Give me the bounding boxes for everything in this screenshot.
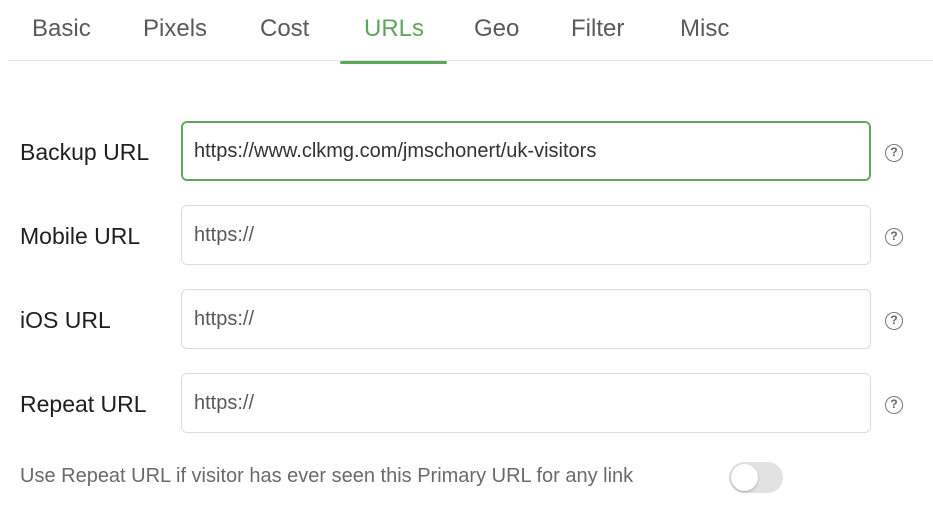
question-circle-icon[interactable]: ? [885,396,903,414]
question-circle-icon[interactable]: ? [885,228,903,246]
tab-basic[interactable]: Basic [32,0,91,60]
tab-cost[interactable]: Cost [260,0,309,60]
repeat-url-toggle[interactable] [729,462,783,493]
question-circle-icon[interactable]: ? [885,144,903,162]
tab-geo[interactable]: Geo [474,0,519,60]
toggle-knob [731,464,758,491]
mobile-url-label: Mobile URL [20,223,141,249]
backup-url-label: Backup URL [20,139,150,165]
tab-filter[interactable]: Filter [571,0,624,60]
tab-pixels[interactable]: Pixels [143,0,207,60]
question-circle-icon[interactable]: ? [885,312,903,330]
mobile-url-input[interactable] [181,205,871,265]
backup-url-input[interactable] [181,121,871,181]
active-tab-indicator [340,61,447,64]
ios-url-input[interactable] [181,289,871,349]
repeat-url-toggle-label: Use Repeat URL if visitor has ever seen … [20,465,634,487]
repeat-url-label: Repeat URL [20,391,147,417]
tab-misc[interactable]: Misc [680,0,729,60]
repeat-url-input[interactable] [181,373,871,433]
ios-url-label: iOS URL [20,307,111,333]
tab-urls[interactable]: URLs [364,0,424,60]
tab-bar: Basic Pixels Cost URLs Geo Filter Misc [8,0,933,64]
